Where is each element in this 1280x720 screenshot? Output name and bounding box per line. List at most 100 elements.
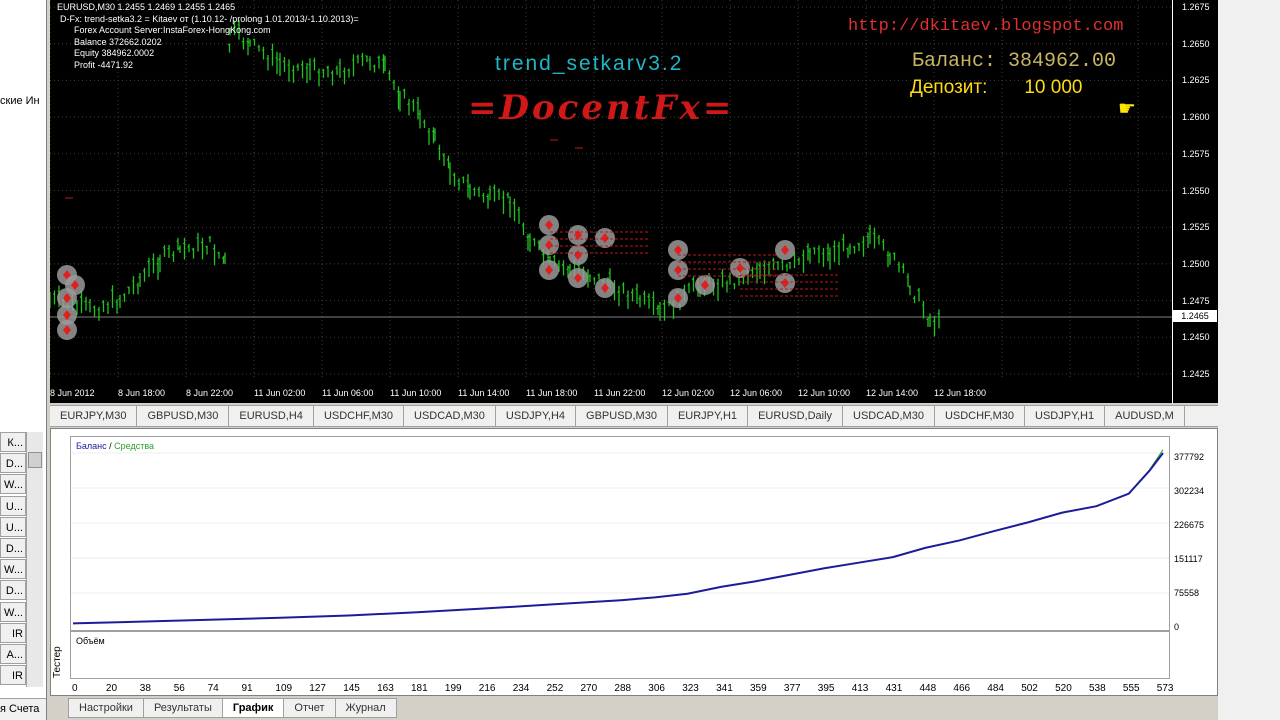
chart-info-line: Profit -4471.92 — [74, 59, 134, 70]
chart-info-line: Equity 384962.0002 — [74, 48, 155, 58]
x-tick: 91 — [241, 683, 253, 694]
symbol-tab[interactable]: EURJPY,H1 — [668, 406, 749, 426]
left-scrollbar[interactable] — [26, 432, 43, 687]
x-tick: 20 — [105, 683, 118, 694]
time-tick: 8 Jun 18:00 — [118, 388, 166, 398]
terminal-row[interactable]: D... — [0, 538, 26, 558]
terminal-row[interactable]: D... — [0, 580, 26, 601]
terminal-row[interactable]: W... — [0, 474, 26, 495]
x-tick: 270 — [580, 683, 598, 694]
price-tick: 1.2675 — [1182, 2, 1210, 12]
x-tick: 395 — [817, 683, 835, 694]
x-tick: 0 — [72, 683, 78, 694]
y-tick: 75558 — [1174, 588, 1200, 598]
price-tick: 1.2575 — [1182, 148, 1210, 159]
chart-info-line: Forex Account Server:InstaForex-HongKong… — [74, 25, 271, 35]
symbol-tab[interactable]: USDCAD,M30 — [843, 406, 935, 426]
candle-tick — [392, 81, 395, 84]
candle-tick — [548, 256, 551, 259]
candle-tick — [162, 247, 165, 249]
terminal-row[interactable]: W... — [0, 559, 26, 580]
x-tick: 216 — [478, 683, 496, 694]
symbol-tab[interactable]: GBPUSD,M30 — [137, 406, 230, 426]
volume-label: Объём — [76, 636, 105, 646]
terminal-row[interactable]: W... — [0, 601, 26, 622]
candle-tick — [411, 101, 414, 103]
terminal-row[interactable]: К... — [0, 432, 26, 452]
time-tick: 8 Jun 22:00 — [186, 388, 234, 398]
tester-tabs: Настройки Результаты График Отчет Журнал — [68, 698, 397, 718]
chart-info-line: D-Fx: trend-setka3.2 = Kitaev от (1.10.1… — [60, 13, 359, 24]
terminal-row[interactable]: U... — [0, 495, 26, 516]
balance-graph: Баланс / Средства — [70, 436, 1170, 631]
time-tick: 11 Jun 10:00 — [390, 388, 442, 398]
time-tick: 12 Jun 06:00 — [730, 388, 783, 398]
x-tick: 413 — [851, 683, 869, 694]
y-tick: 151117 — [1174, 554, 1203, 564]
symbol-tab[interactable]: USDJPY,H1 — [1025, 406, 1106, 426]
candle-tick — [932, 320, 935, 323]
terminal-row[interactable]: U... — [0, 516, 26, 537]
blog-url: http://dkitaev.blogspot.com — [848, 17, 1124, 36]
time-tick: 12 Jun 10:00 — [798, 388, 851, 398]
x-tick: 573 — [1156, 683, 1174, 694]
x-tick: 377 — [783, 683, 801, 694]
x-tick: 234 — [512, 683, 530, 694]
symbol-tab[interactable]: USDJPY,H4 — [496, 406, 577, 426]
symbol-tab[interactable]: EURUSD,Daily — [748, 406, 844, 426]
terminal-row[interactable]: IR — [0, 622, 26, 643]
deposit-label: Депозит: — [910, 77, 988, 98]
candle-tick — [270, 48, 273, 51]
price-chart[interactable]: EURUSD,M30 1.2455 1.2469 1.2455 1.2465 D-… — [50, 0, 1218, 403]
x-tick: 502 — [1021, 683, 1038, 694]
tester-side-label: Тестер — [52, 646, 63, 678]
current-price-label: 1.2465 — [1173, 310, 1217, 322]
symbol-tab[interactable]: USDCAD,M30 — [404, 406, 496, 426]
candle-tick — [106, 303, 109, 306]
symbol-tab[interactable]: EURUSD,H4 — [229, 406, 314, 426]
x-tick: 163 — [377, 683, 394, 694]
price-tick: 1.2425 — [1182, 369, 1210, 379]
series-line-balance — [72, 452, 1164, 625]
deposit-value: 10 000 — [1024, 77, 1083, 98]
terminal-row[interactable]: IR — [0, 665, 26, 686]
tester-tab[interactable]: Результаты — [142, 698, 223, 718]
price-scale[interactable]: 1.2465 1.2675 1.2650 1.2625 1.2600 1.2575 1.2… — [1172, 0, 1219, 403]
symbol-tab[interactable]: USDCHF,M30 — [314, 406, 405, 426]
x-tick: 145 — [343, 683, 360, 694]
symbol-tab[interactable]: EURJPY,M30 — [50, 406, 138, 426]
tester-tab[interactable]: Отчет — [283, 698, 336, 718]
candle-tick — [347, 69, 350, 72]
time-tick: 12 Jun 14:00 — [866, 388, 919, 398]
account-history-tab[interactable]: я Счета — [0, 698, 46, 720]
tester-tab[interactable]: Настройки — [68, 698, 144, 718]
candle-tick — [167, 247, 170, 250]
terminal-row[interactable]: A... — [0, 644, 26, 664]
symbol-tab[interactable]: USDCHF,M30 — [935, 406, 1026, 426]
terminal-row[interactable]: D... — [0, 453, 26, 474]
legend-equity: Средства — [114, 441, 155, 451]
symbol-tab[interactable]: GBPUSD,M30 — [576, 406, 668, 426]
scroll-thumb[interactable] — [28, 452, 42, 468]
right-window-edge — [1218, 0, 1280, 720]
time-tick: 11 Jun 06:00 — [322, 388, 374, 398]
x-tick: 306 — [648, 683, 665, 694]
y-tick: 302234 — [1174, 486, 1205, 496]
x-tick: 323 — [682, 683, 699, 694]
x-tick: 252 — [546, 683, 564, 694]
x-tick: 288 — [614, 683, 632, 694]
y-tick: 377792 — [1174, 452, 1205, 462]
x-tick: 74 — [207, 683, 219, 694]
time-tick: 12 Jun 18:00 — [934, 388, 987, 398]
tester-tab[interactable]: Журнал — [334, 698, 397, 718]
x-tick: 341 — [716, 683, 733, 694]
price-tick: 1.2450 — [1182, 332, 1210, 343]
tester-tab[interactable]: График — [221, 698, 285, 718]
x-tick: 109 — [275, 683, 293, 694]
symbol-tab[interactable]: AUDUSD,M — [1105, 406, 1185, 426]
x-tick: 484 — [987, 683, 1004, 694]
candle-tick — [521, 224, 524, 227]
strategy-label: trend_setkarv3.2 — [495, 52, 684, 75]
time-tick: 12 Jun 02:00 — [662, 388, 715, 398]
candle-tick — [335, 67, 338, 70]
